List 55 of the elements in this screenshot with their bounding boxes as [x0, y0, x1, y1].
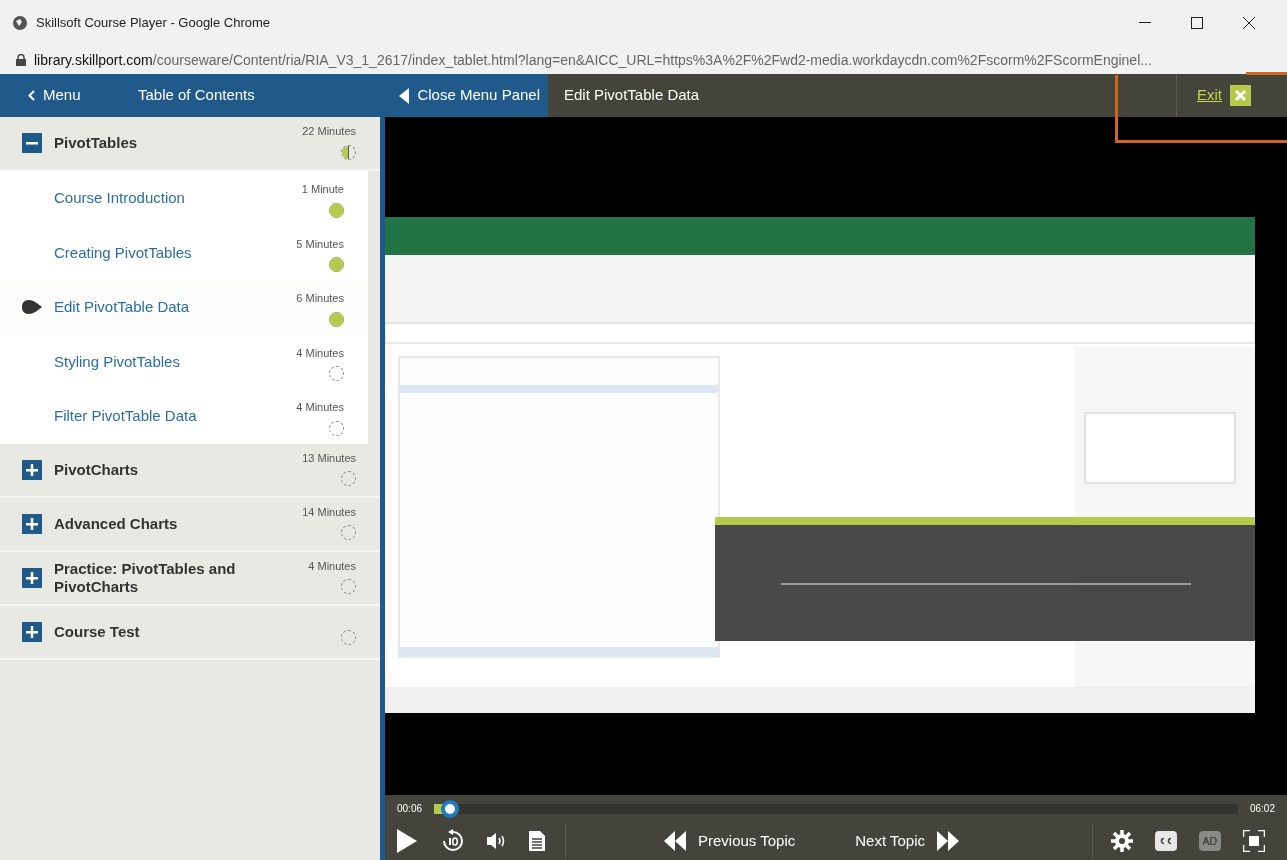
total-time: 06:02: [1249, 802, 1275, 816]
topic-title: Edit PivotTable Data: [54, 297, 190, 317]
replay-ten-icon[interactable]: [441, 829, 465, 853]
duration-label: 4 Minutes: [296, 345, 344, 361]
seek-handle[interactable]: [441, 799, 460, 818]
next-topic-button[interactable]: Next Topic: [855, 829, 960, 853]
address-bar[interactable]: library.skillport.com/courseware/Content/ria/RIA_V3_1_2617/index_tablet.html?lang=en&AICC_URL=https%3A%2F%2Fwd2-media.workdaycdn.com%2Fscorm%2FScormEnginel...: [0, 46, 1287, 74]
minimize-icon: [1139, 22, 1151, 24]
topic-title: Creating PivotTables: [54, 242, 192, 263]
section-title: Advanced Charts: [54, 514, 179, 533]
chevron-left-icon: [28, 90, 35, 101]
duration-label: 22 Minutes: [302, 124, 356, 139]
captions-icon[interactable]: [1155, 831, 1177, 851]
lock-icon: [16, 54, 26, 66]
menu-button[interactable]: Menu: [0, 84, 120, 107]
topic-title: Styling PivotTables: [54, 351, 180, 372]
exit-link[interactable]: Exit: [1197, 84, 1222, 107]
url-text: library.skillport.com/courseware/Content/ria/RIA_V3_1_2617/index_tablet.html?lang=en&AICC_URL=https%3A%2F%2Fwd2-media.workdaycdn.com%2Fscorm%2FScormEnginel...: [34, 50, 1152, 70]
topic-title: Course Introduction: [54, 188, 185, 208]
topic-item[interactable]: Creating PivotTables 5 Minutes: [0, 225, 368, 280]
globe-icon: [12, 15, 28, 31]
settings-icon[interactable]: [1111, 830, 1133, 852]
close-icon: [1243, 17, 1255, 29]
elapsed-time: 00:06: [397, 802, 423, 816]
current-topic-icon: [22, 300, 42, 315]
section-title: PivotTables: [54, 134, 139, 152]
topic-item[interactable]: Course Introduction 1 Minute: [0, 171, 368, 226]
duration-label: 5 Minutes: [296, 236, 344, 252]
rewind-icon: [664, 831, 686, 851]
panel-title: Table of Contents: [138, 85, 255, 106]
previous-topic-button[interactable]: Previous Topic: [664, 829, 796, 853]
duration-label: 1 Minute: [301, 182, 344, 197]
section-title: Course Test: [54, 622, 141, 641]
topic-item[interactable]: Styling PivotTables 4 Minutes: [0, 334, 368, 389]
section-title: Practice: PivotTables and PivotCharts: [54, 559, 237, 596]
fast-forward-icon: [937, 831, 960, 851]
topic-item[interactable]: Filter PivotTable Data 4 Minutes: [0, 389, 368, 444]
section-header[interactable]: PivotTables 22 Minutes: [0, 117, 380, 171]
section-title: PivotCharts: [54, 460, 140, 479]
maximize-icon: [1191, 17, 1203, 29]
play-icon[interactable]: [397, 829, 417, 853]
triangle-left-icon: [399, 87, 410, 104]
topic-item[interactable]: Edit PivotTable Data 6 Minutes: [0, 280, 368, 335]
volume-icon[interactable]: [487, 833, 507, 849]
duration-label: 4 Minutes: [308, 558, 356, 574]
transcript-icon[interactable]: [529, 831, 545, 851]
topic-title: Filter PivotTable Data: [54, 406, 197, 426]
window-title: Skillsoft Course Player - Google Chrome: [36, 14, 271, 33]
close-menu-panel-button[interactable]: Close Menu Panel: [399, 84, 540, 107]
duration-label: 6 Minutes: [296, 291, 344, 306]
fullscreen-icon[interactable]: [1243, 830, 1265, 852]
topic-title: Edit PivotTable Data: [564, 85, 700, 106]
duration-label: 14 Minutes: [302, 504, 356, 520]
duration-label: 13 Minutes: [302, 450, 356, 466]
duration-label: 4 Minutes: [296, 400, 344, 415]
